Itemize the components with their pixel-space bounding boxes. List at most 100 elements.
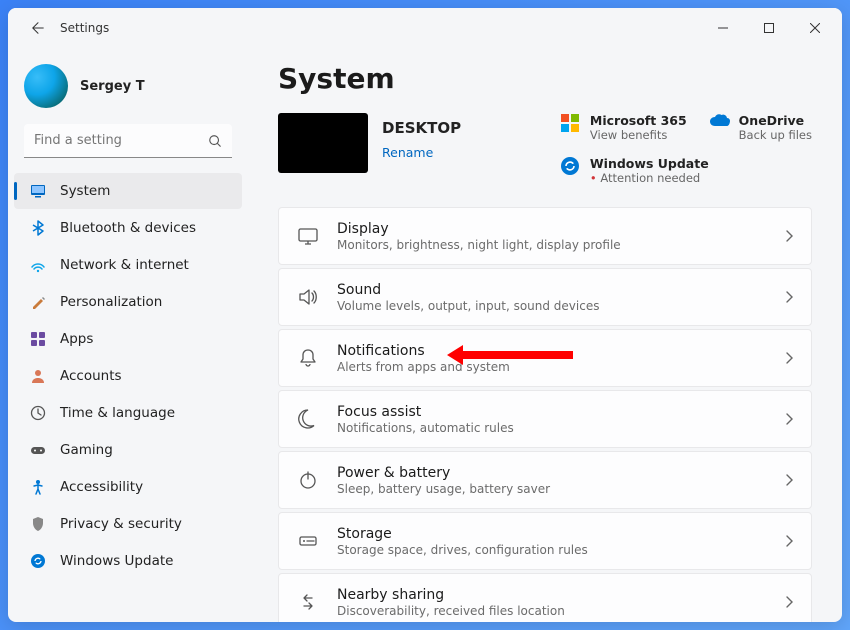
search-wrap — [24, 124, 232, 158]
sidebar-item-label: System — [60, 183, 110, 199]
device-block: DESKTOP Rename — [278, 113, 461, 173]
chevron-right-icon — [785, 352, 793, 364]
setting-focus-assist[interactable]: Focus assistNotifications, automatic rul… — [278, 390, 812, 448]
setting-sound[interactable]: SoundVolume levels, output, input, sound… — [278, 268, 812, 326]
nearby-sharing-icon — [297, 591, 319, 613]
accessibility-icon — [30, 479, 46, 495]
promo-sub: Back up files — [739, 128, 812, 142]
sidebar-item-label: Network & internet — [60, 257, 189, 273]
content-area: Sergey T System Bluetooth & devices — [8, 48, 842, 622]
personalization-icon — [30, 294, 46, 310]
device-info: DESKTOP Rename — [382, 113, 461, 173]
chevron-right-icon — [785, 535, 793, 547]
setting-title: Display — [337, 221, 767, 237]
setting-desc: Sleep, battery usage, battery saver — [337, 482, 767, 496]
display-icon — [297, 225, 319, 247]
setting-title: Storage — [337, 526, 767, 542]
setting-title: Sound — [337, 282, 767, 298]
sidebar-item-apps[interactable]: Apps — [14, 321, 242, 357]
privacy-icon — [30, 516, 46, 532]
chevron-right-icon — [785, 596, 793, 608]
setting-nearby-sharing[interactable]: Nearby sharingDiscoverability, received … — [278, 573, 812, 622]
ms365-icon — [560, 113, 580, 133]
promo-update[interactable]: Windows Update Attention needed — [560, 156, 812, 185]
chevron-right-icon — [785, 474, 793, 486]
window-title: Settings — [60, 21, 109, 35]
sidebar: Sergey T System Bluetooth & devices — [8, 48, 248, 622]
sidebar-item-label: Windows Update — [60, 553, 173, 569]
apps-icon — [30, 331, 46, 347]
setting-desc: Monitors, brightness, night light, displ… — [337, 238, 767, 252]
setting-notifications[interactable]: NotificationsAlerts from apps and system — [278, 329, 812, 387]
setting-title: Power & battery — [337, 465, 767, 481]
user-block[interactable]: Sergey T — [8, 56, 248, 124]
update-icon — [30, 553, 46, 569]
rename-link[interactable]: Rename — [382, 145, 461, 160]
promo-column: Microsoft 365 View benefits OneDrive Bac… — [560, 113, 812, 185]
back-arrow-icon — [31, 21, 45, 35]
promo-ms365[interactable]: Microsoft 365 View benefits — [560, 113, 687, 142]
setting-title: Nearby sharing — [337, 587, 767, 603]
sidebar-item-update[interactable]: Windows Update — [14, 543, 242, 579]
sidebar-item-time[interactable]: Time & language — [14, 395, 242, 431]
sidebar-item-privacy[interactable]: Privacy & security — [14, 506, 242, 542]
maximize-icon — [764, 23, 774, 33]
setting-display[interactable]: DisplayMonitors, brightness, night light… — [278, 207, 812, 265]
sidebar-item-label: Accounts — [60, 368, 122, 384]
sidebar-item-personalization[interactable]: Personalization — [14, 284, 242, 320]
titlebar: Settings — [8, 8, 842, 48]
back-button[interactable] — [20, 10, 56, 46]
system-icon — [30, 183, 46, 199]
setting-storage[interactable]: StorageStorage space, drives, configurat… — [278, 512, 812, 570]
focus-assist-icon — [297, 408, 319, 430]
gaming-icon — [30, 442, 46, 458]
setting-desc: Volume levels, output, input, sound devi… — [337, 299, 767, 313]
sidebar-item-network[interactable]: Network & internet — [14, 247, 242, 283]
username: Sergey T — [80, 79, 145, 94]
bluetooth-icon — [30, 220, 46, 236]
sidebar-item-label: Bluetooth & devices — [60, 220, 196, 236]
settings-list: DisplayMonitors, brightness, night light… — [278, 207, 812, 622]
setting-power[interactable]: Power & batterySleep, battery usage, bat… — [278, 451, 812, 509]
promo-sub: View benefits — [590, 128, 687, 142]
close-button[interactable] — [792, 12, 838, 44]
power-icon — [297, 469, 319, 491]
page-title: System — [278, 62, 812, 95]
chevron-right-icon — [785, 413, 793, 425]
device-image — [278, 113, 368, 173]
main-panel: System DESKTOP Rename Microsoft 365 — [248, 48, 842, 622]
sidebar-item-accessibility[interactable]: Accessibility — [14, 469, 242, 505]
setting-desc: Alerts from apps and system — [337, 360, 767, 374]
sidebar-item-bluetooth[interactable]: Bluetooth & devices — [14, 210, 242, 246]
header-row: DESKTOP Rename Microsoft 365 View benefi… — [278, 113, 812, 185]
nav-list: System Bluetooth & devices Network & int… — [8, 172, 248, 614]
promo-title: Windows Update — [590, 156, 709, 171]
promo-sub: Attention needed — [590, 171, 709, 185]
minimize-icon — [718, 23, 728, 33]
accounts-icon — [30, 368, 46, 384]
storage-icon — [297, 530, 319, 552]
promo-row-top: Microsoft 365 View benefits OneDrive Bac… — [560, 113, 812, 142]
sidebar-item-label: Accessibility — [60, 479, 143, 495]
maximize-button[interactable] — [746, 12, 792, 44]
search-input[interactable] — [24, 124, 232, 158]
windows-update-icon — [560, 156, 580, 176]
sidebar-item-accounts[interactable]: Accounts — [14, 358, 242, 394]
time-icon — [30, 405, 46, 421]
sidebar-item-system[interactable]: System — [14, 173, 242, 209]
sidebar-item-label: Gaming — [60, 442, 113, 458]
setting-title: Notifications — [337, 343, 767, 359]
setting-desc: Notifications, automatic rules — [337, 421, 767, 435]
minimize-button[interactable] — [700, 12, 746, 44]
chevron-right-icon — [785, 230, 793, 242]
sidebar-item-label: Time & language — [60, 405, 175, 421]
sound-icon — [297, 286, 319, 308]
promo-title: OneDrive — [739, 113, 812, 128]
promo-onedrive[interactable]: OneDrive Back up files — [709, 113, 812, 142]
network-icon — [30, 257, 46, 273]
search-icon — [208, 134, 222, 148]
promo-title: Microsoft 365 — [590, 113, 687, 128]
chevron-right-icon — [785, 291, 793, 303]
sidebar-item-gaming[interactable]: Gaming — [14, 432, 242, 468]
sidebar-item-label: Personalization — [60, 294, 162, 310]
